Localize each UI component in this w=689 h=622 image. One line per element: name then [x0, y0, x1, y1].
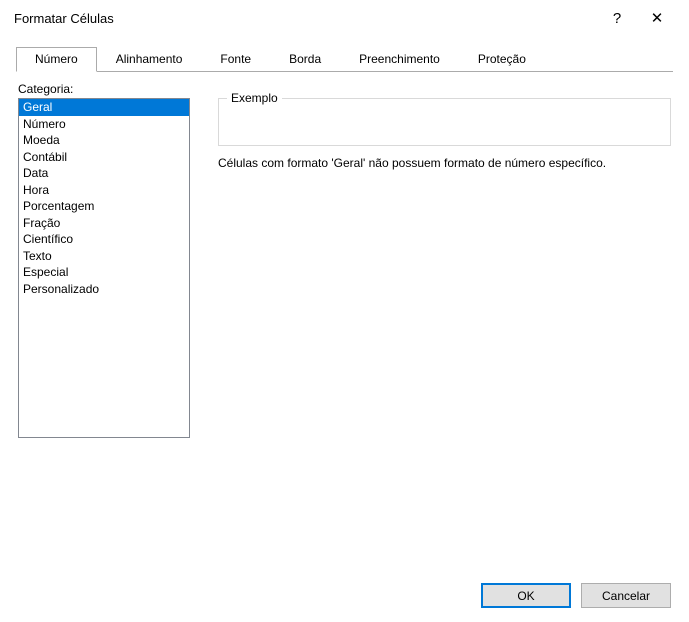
tab-alinhamento[interactable]: Alinhamento: [97, 47, 202, 72]
dialog-title: Formatar Células: [14, 11, 597, 26]
ok-button[interactable]: OK: [481, 583, 571, 608]
tab-proteção[interactable]: Proteção: [459, 47, 545, 72]
dialog-buttons: OK Cancelar: [481, 583, 671, 608]
category-item[interactable]: Especial: [19, 264, 189, 281]
titlebar: Formatar Células ? ✕: [0, 0, 689, 36]
close-button[interactable]: ✕: [637, 4, 677, 32]
help-button[interactable]: ?: [597, 4, 637, 32]
category-description: Células com formato 'Geral' não possuem …: [218, 156, 671, 170]
tab-preenchimento[interactable]: Preenchimento: [340, 47, 459, 72]
category-item[interactable]: Data: [19, 165, 189, 182]
tab-fonte[interactable]: Fonte: [201, 47, 270, 72]
category-item[interactable]: Moeda: [19, 132, 189, 149]
category-item[interactable]: Fração: [19, 215, 189, 232]
category-label: Categoria:: [18, 82, 198, 96]
category-item[interactable]: Hora: [19, 182, 189, 199]
tab-strip: NúmeroAlinhamentoFonteBordaPreenchimento…: [16, 46, 673, 72]
example-fieldset: Exemplo: [218, 98, 671, 146]
category-item[interactable]: Texto: [19, 248, 189, 265]
category-item[interactable]: Geral: [19, 99, 189, 116]
category-item[interactable]: Porcentagem: [19, 198, 189, 215]
tab-borda[interactable]: Borda: [270, 47, 340, 72]
close-icon: ✕: [651, 9, 664, 27]
example-legend: Exemplo: [227, 91, 282, 105]
dialog-body: Categoria: GeralNúmeroMoedaContábilDataH…: [0, 72, 689, 438]
tab-número[interactable]: Número: [16, 47, 97, 72]
category-item[interactable]: Científico: [19, 231, 189, 248]
help-icon: ?: [613, 10, 621, 27]
cancel-button[interactable]: Cancelar: [581, 583, 671, 608]
category-item[interactable]: Contábil: [19, 149, 189, 166]
category-item[interactable]: Personalizado: [19, 281, 189, 298]
category-listbox[interactable]: GeralNúmeroMoedaContábilDataHoraPorcenta…: [18, 98, 190, 438]
category-item[interactable]: Número: [19, 116, 189, 133]
